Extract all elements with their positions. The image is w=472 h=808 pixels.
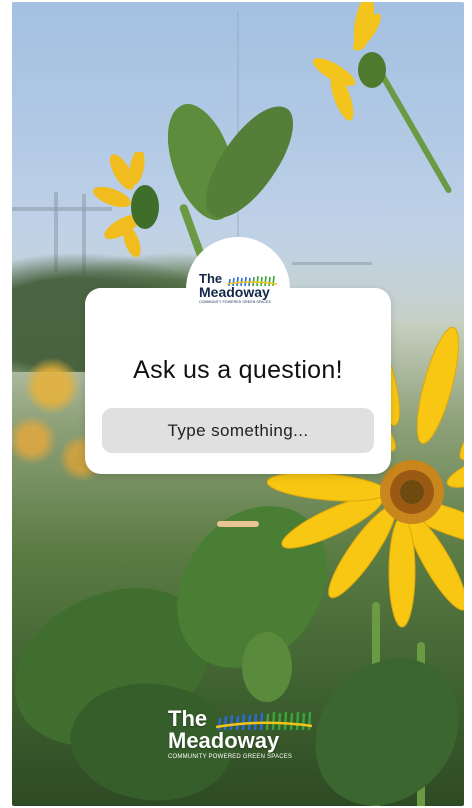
meadow-grass-icon bbox=[227, 275, 277, 287]
logo-name-line2: Meadoway bbox=[168, 728, 280, 753]
power-tower bbox=[292, 262, 372, 265]
sunflower-left bbox=[93, 152, 159, 258]
sunflower-top-right bbox=[312, 2, 386, 121]
logo-tagline: COMMUNITY POWERED GREEN SPACES bbox=[168, 754, 293, 760]
logo-tagline: COMMUNITY POWERED GREEN SPACES bbox=[199, 300, 271, 304]
sticker-brand-logo: The Meadoway COMMUNITY POWERED GREEN SPA… bbox=[199, 272, 281, 304]
logo-name-line2: Meadoway bbox=[199, 284, 270, 300]
leaf bbox=[242, 632, 292, 702]
question-prompt: Ask us a question! bbox=[133, 356, 343, 384]
leaf bbox=[296, 644, 464, 806]
sticker-drag-handle[interactable] bbox=[217, 521, 259, 527]
meadow-grass-icon bbox=[216, 711, 312, 731]
question-input[interactable]: Type something... bbox=[102, 408, 374, 453]
brand-logo-watermark: The Meadoway COMMUNITY POWERED GREEN SPA… bbox=[168, 708, 318, 760]
